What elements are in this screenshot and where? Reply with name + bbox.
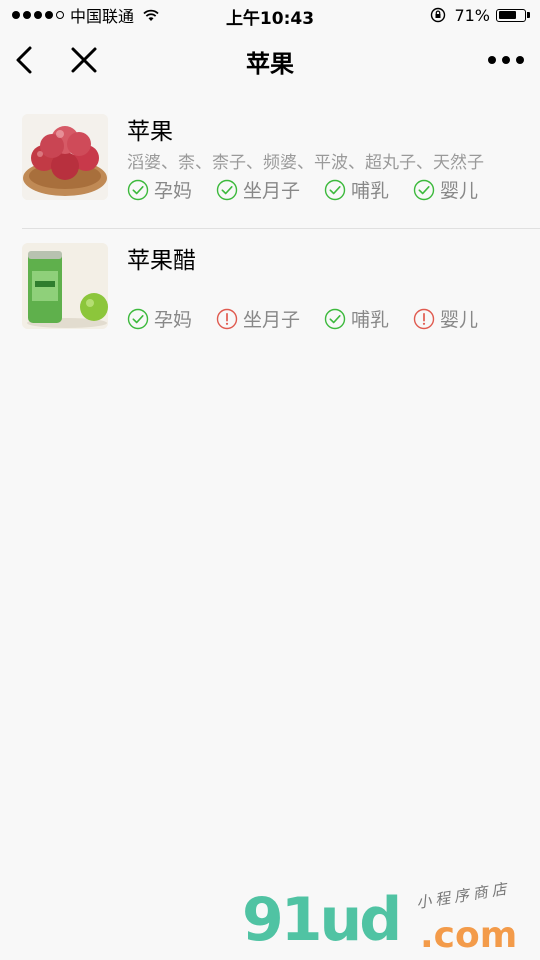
- battery-level-fill: [498, 11, 516, 19]
- tag-label: 坐月子: [243, 309, 301, 331]
- check-circle-icon: [216, 179, 238, 200]
- more-options-icon[interactable]: [488, 48, 524, 72]
- tag-postpartum: 坐月子: [216, 176, 300, 203]
- tag-breastfeeding: 哺乳: [324, 176, 389, 203]
- suitability-tags: 孕妈 坐月子 哺乳 婴儿: [127, 176, 502, 203]
- suitability-tags: 孕妈 坐月子 哺乳 婴儿: [127, 305, 502, 332]
- page-title: 苹果: [246, 50, 294, 78]
- apple-vinegar-thumbnail: [22, 243, 108, 329]
- check-circle-icon: [127, 179, 149, 200]
- item-name: 苹果醋: [127, 248, 196, 274]
- tag-label: 孕妈: [154, 309, 193, 331]
- battery-tip: [527, 12, 530, 18]
- tag-pregnant: 孕妈: [127, 305, 192, 332]
- watermark-logo: 91ud: [242, 885, 402, 955]
- food-list: 苹果 滔婆、柰、柰子、频婆、平波、超丸子、天然子 孕妈 坐月子 哺乳 婴儿 苹果…: [0, 100, 540, 349]
- tag-pregnant: 孕妈: [127, 176, 192, 203]
- tag-breastfeeding: 哺乳: [324, 305, 389, 332]
- apple-thumbnail: [22, 114, 108, 200]
- nav-bar: 苹果: [0, 30, 540, 90]
- list-item-apple[interactable]: 苹果 滔婆、柰、柰子、频婆、平波、超丸子、天然子 孕妈 坐月子 哺乳 婴儿: [22, 100, 540, 220]
- check-circle-icon: [413, 179, 435, 200]
- tag-label: 哺乳: [351, 309, 390, 331]
- item-name: 苹果: [127, 119, 173, 145]
- tag-infant: 婴儿: [413, 305, 478, 332]
- tag-label: 坐月子: [243, 180, 301, 202]
- battery-percent: 71%: [454, 5, 490, 25]
- status-bar: 中国联通 上午10:43 71%: [0, 0, 540, 30]
- check-circle-icon: [324, 179, 346, 200]
- tag-postpartum: 坐月子: [216, 305, 300, 332]
- watermark-tagline: 小程序商店: [415, 879, 512, 913]
- check-circle-icon: [127, 308, 149, 329]
- tag-label: 婴儿: [440, 180, 479, 202]
- rotation-lock-icon: [431, 7, 446, 23]
- warning-circle-icon: [216, 308, 238, 329]
- tag-infant: 婴儿: [413, 176, 478, 203]
- item-aliases: 滔婆、柰、柰子、频婆、平波、超丸子、天然子: [127, 153, 484, 173]
- tag-label: 哺乳: [351, 180, 390, 202]
- watermark-domain: .com: [420, 915, 518, 956]
- tag-label: 孕妈: [154, 180, 193, 202]
- battery-icon: [496, 8, 526, 22]
- warning-circle-icon: [413, 308, 435, 329]
- check-circle-icon: [324, 308, 346, 329]
- list-item-apple-vinegar[interactable]: 苹果醋 孕妈 坐月子 哺乳 婴儿: [22, 228, 540, 349]
- tag-label: 婴儿: [440, 309, 479, 331]
- status-right: 71%: [430, 4, 530, 26]
